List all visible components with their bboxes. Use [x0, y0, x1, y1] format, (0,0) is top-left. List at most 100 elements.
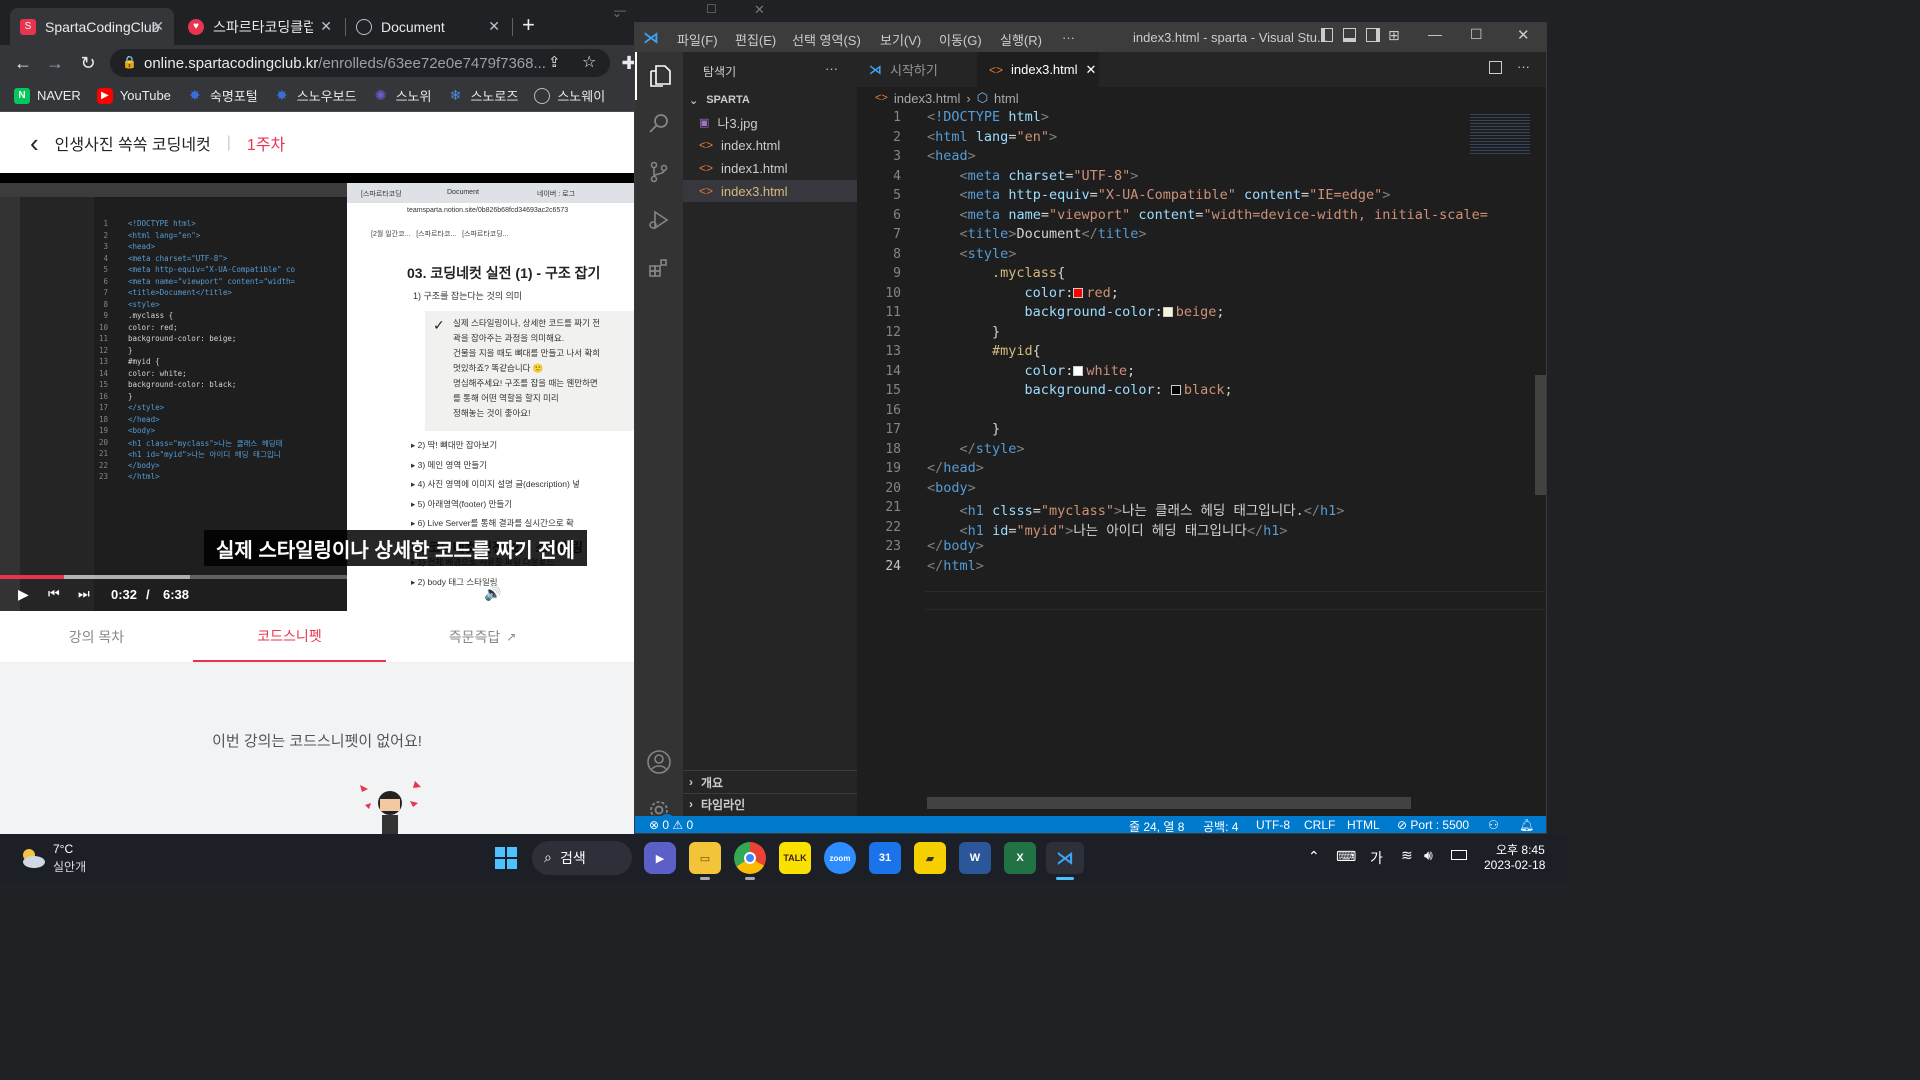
close-icon[interactable]: ✕ [152, 18, 164, 35]
bookmark-snoway[interactable]: 스노웨이 [534, 86, 605, 105]
tab-spartacodingclub[interactable]: S SpartaCodingClub ✕ [10, 8, 174, 45]
volume-icon[interactable]: 🔊 [484, 585, 501, 602]
clock-date[interactable]: 2023-02-18 [1484, 858, 1545, 872]
extensions-icon[interactable]: ✚ [616, 50, 634, 76]
chevron-up-icon[interactable]: ⌃ [1308, 848, 1320, 865]
bookmark-snowrose[interactable]: ❄ 스노로즈 [447, 86, 519, 105]
more-actions-icon[interactable]: ··· [1517, 59, 1530, 74]
run-debug-icon[interactable] [635, 196, 683, 244]
menu-go[interactable]: 이동(G) [939, 30, 982, 49]
explorer-icon[interactable] [635, 52, 683, 100]
back-icon[interactable]: ← [10, 50, 36, 76]
volume-icon[interactable]: 🔊︎ [1424, 847, 1433, 864]
breadcrumb-symbol[interactable]: html [994, 91, 1019, 106]
chrome-icon[interactable] [734, 842, 766, 874]
close-icon[interactable]: ✕ [754, 2, 765, 18]
file-item[interactable]: <> index1.html [683, 157, 857, 179]
line-ending[interactable]: CRLF [1304, 818, 1335, 832]
play-icon[interactable]: ▶ [18, 586, 29, 603]
color-swatch-red[interactable] [1073, 287, 1084, 298]
tab-toc[interactable]: 강의 목차 [0, 611, 193, 662]
close-icon[interactable]: ✕ [488, 18, 500, 35]
kakaotalk-icon[interactable]: TALK [779, 842, 811, 874]
file-item[interactable]: <> index.html [683, 134, 857, 156]
star-icon[interactable]: ☆ [582, 52, 596, 72]
color-swatch-beige[interactable] [1162, 307, 1173, 317]
maximize-icon[interactable]: ☐ [706, 2, 717, 16]
wifi-icon[interactable]: ≋ [1401, 847, 1413, 864]
close-icon[interactable]: ✕ [1517, 26, 1530, 44]
file-explorer-icon[interactable]: ▭ [689, 842, 721, 874]
share-icon[interactable]: ⇪ [548, 53, 561, 71]
ime-indicator[interactable]: 가 [1370, 848, 1383, 868]
vscode-icon[interactable]: ⋊ [1046, 842, 1084, 874]
word-icon[interactable]: W [959, 842, 991, 874]
bookmark-youtube[interactable]: ▶ YouTube [96, 87, 171, 104]
vertical-scrollbar[interactable] [1535, 375, 1546, 495]
volume-slider[interactable] [508, 593, 580, 596]
indentation[interactable]: 공백: 4 [1203, 818, 1238, 833]
file-item-selected[interactable]: <> index3.html [683, 180, 857, 202]
menu-more[interactable]: ··· [1062, 30, 1075, 45]
tab-index3[interactable]: <> index3.html ✕ [977, 52, 1099, 87]
code-editor[interactable]: 1 2 3 4 5 6 7 8 9 10 11 12 13 14 15 16 17 18 19 20 21 22 23 24 … [857, 109, 1546, 809]
maximize-icon[interactable]: ☐ [1470, 26, 1483, 43]
extensions-icon[interactable] [635, 244, 683, 292]
folder-sparta[interactable]: ⌄ SPARTA [683, 89, 857, 111]
tab-sparta-korean[interactable]: ♥ 스파르타코딩클럽 ✕ [178, 8, 342, 45]
minimap[interactable] [1470, 114, 1530, 154]
close-icon[interactable]: ✕ [1086, 62, 1097, 78]
weather-icon[interactable] [16, 842, 48, 874]
windows-start-icon[interactable] [490, 842, 522, 874]
tab-welcome[interactable]: ⋊ 시작하기 [857, 52, 975, 87]
sticky-notes-icon[interactable]: ▰ [914, 842, 946, 874]
bookmark-portal[interactable]: ✸ 숙명포털 [187, 86, 258, 105]
toggle-panel-icon[interactable] [1343, 28, 1356, 42]
clock-time[interactable]: 오후 8:45 [1496, 841, 1545, 858]
camera-icon[interactable]: ▶ [644, 842, 676, 874]
language-mode[interactable]: HTML [1347, 818, 1380, 832]
menu-run[interactable]: 실행(R) [1000, 30, 1042, 49]
reload-icon[interactable]: ↻ [75, 50, 101, 76]
taskbar-search[interactable]: ⌕ 검색 [532, 841, 632, 875]
bookmark-snowboard[interactable]: ✸ 스노우보드 [274, 86, 357, 105]
encoding[interactable]: UTF-8 [1256, 818, 1290, 832]
breadcrumb-file[interactable]: index3.html [894, 91, 960, 106]
menu-edit[interactable]: 편집(E) [735, 30, 776, 49]
lock-icon[interactable]: 🔒 [122, 55, 137, 69]
minimize-icon[interactable]: — [614, 3, 626, 17]
notifications-bell-icon[interactable]: 🔔︎ [1519, 818, 1534, 832]
account-icon[interactable] [635, 738, 683, 786]
excel-icon[interactable]: X [1004, 842, 1036, 874]
live-server-port[interactable]: ⊘ Port : 5500 [1397, 818, 1469, 832]
calendar-icon[interactable]: 31 [869, 842, 901, 874]
problems-indicator[interactable]: ⊗ 0 ⚠ 0 [649, 818, 693, 832]
toggle-sidebar-icon[interactable] [1321, 28, 1333, 42]
close-icon[interactable]: ✕ [320, 18, 332, 35]
tab-document[interactable]: Document ✕ [346, 8, 510, 45]
bookmark-snowi[interactable]: ✺ 스노위 [373, 86, 432, 105]
keyboard-icon[interactable]: ⌨ [1336, 848, 1356, 865]
file-item[interactable]: ▣ 나3.jpg [683, 111, 857, 133]
feedback-icon[interactable]: ⚇ [1488, 818, 1499, 832]
search-icon[interactable] [635, 100, 683, 148]
tab-qna[interactable]: 즉문즉답 ↗ [386, 611, 579, 662]
battery-icon[interactable] [1451, 850, 1467, 860]
bookmark-naver[interactable]: N NAVER [14, 87, 81, 104]
next-icon[interactable]: ⏭ [78, 586, 90, 602]
minimize-icon[interactable]: — [1428, 26, 1442, 42]
menu-view[interactable]: 보기(V) [880, 30, 921, 49]
source-control-icon[interactable] [635, 148, 683, 196]
customize-layout-icon[interactable]: ⊞ [1388, 27, 1400, 44]
menu-selection[interactable]: 선택 영역(S) [792, 30, 861, 49]
address-bar[interactable]: 🔒 online.spartacodingclub.kr/enrolleds/6… [110, 49, 610, 77]
playback-speed[interactable]: 1x [600, 587, 614, 602]
video-player[interactable]: 1 <!DOCTYPE html> 2 <html lang="en"> 3 <head>… [0, 173, 634, 611]
back-chevron-icon[interactable]: ‹ [30, 130, 39, 156]
color-swatch-black[interactable] [1170, 385, 1181, 395]
horizontal-scrollbar[interactable] [927, 797, 1411, 809]
split-editor-icon[interactable] [1489, 61, 1502, 74]
explorer-more-button[interactable]: ··· [825, 61, 838, 76]
menu-file[interactable]: 파일(F) [677, 30, 718, 49]
outline-section[interactable]: › 개요 [683, 771, 857, 793]
